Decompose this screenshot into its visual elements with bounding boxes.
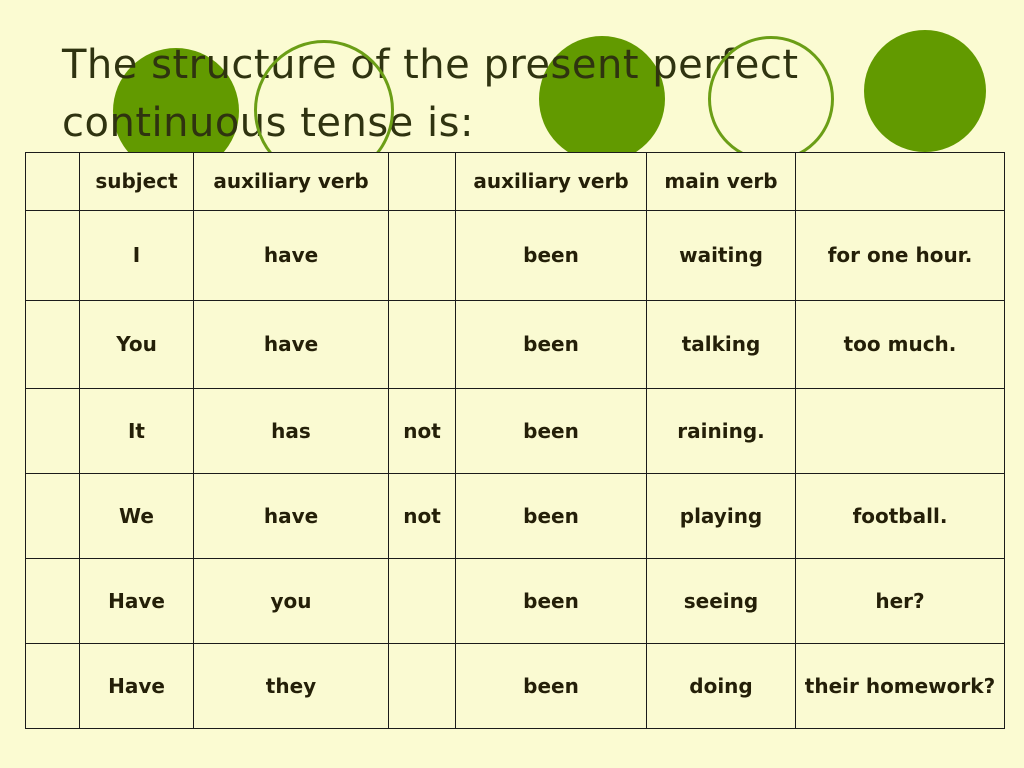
- table-row-2: You have been talking too much.: [25, 300, 1005, 389]
- table-row-5: Have you been seeing her?: [25, 558, 1005, 644]
- circle-filled-3: [864, 30, 986, 152]
- table-row-1-cell-2: have: [193, 210, 389, 301]
- table-row-6-cell-0: [25, 643, 80, 729]
- table-header-row: subject auxiliary verb auxiliary verb main …: [25, 152, 1005, 211]
- table-row-1-cell-6: for one hour.: [795, 210, 1005, 301]
- table-row-4: We have not been playing football.: [25, 473, 1005, 559]
- table-row-1-cell-4: been: [455, 210, 647, 301]
- table-row-3-cell-5: raining.: [646, 388, 796, 474]
- table-row-5-cell-2: you: [193, 558, 389, 644]
- table-row-3-cell-3: not: [388, 388, 456, 474]
- table-row-2-cell-2: have: [193, 300, 389, 389]
- table-header-row-cell-4: auxiliary verb: [455, 152, 647, 211]
- table-row-1-cell-0: [25, 210, 80, 301]
- table-row-2-cell-6: too much.: [795, 300, 1005, 389]
- table-header-row-cell-0: [25, 152, 80, 211]
- table-row-1: Ihave been waiting for one hour.: [25, 210, 1005, 301]
- table-row-4-cell-6: football.: [795, 473, 1005, 559]
- table-header-row-cell-2: auxiliary verb: [193, 152, 389, 211]
- table-row-6-cell-2: they: [193, 643, 389, 729]
- table-row-5-cell-6: her?: [795, 558, 1005, 644]
- table-row-6-cell-3: [388, 643, 456, 729]
- table-row-6-cell-6: their homework?: [795, 643, 1005, 729]
- page-title: The structure of the present perfect con…: [62, 42, 799, 146]
- table-row-4-cell-5: playing: [646, 473, 796, 559]
- table-row-5-cell-1: Have: [79, 558, 194, 644]
- table-row-1-cell-3: [388, 210, 456, 301]
- table-row-3-cell-0: [25, 388, 80, 474]
- table-row-6-cell-1: Have: [79, 643, 194, 729]
- table-row-2-cell-1: You: [79, 300, 194, 389]
- table-row-5-cell-3: [388, 558, 456, 644]
- table-row-3: It has not been raining.: [25, 388, 1005, 474]
- table-row-4-cell-4: been: [455, 473, 647, 559]
- table-row-6-cell-4: been: [455, 643, 647, 729]
- table-row-6-cell-5: doing: [646, 643, 796, 729]
- table-row-3-cell-1: It: [79, 388, 194, 474]
- table-row-3-cell-6: [795, 388, 1005, 474]
- table-row-1-cell-5: waiting: [646, 210, 796, 301]
- table-row-5-cell-0: [25, 558, 80, 644]
- table-body: subject auxiliary verb auxiliary verb main …: [25, 152, 1005, 729]
- table-row-4-cell-0: [25, 473, 80, 559]
- table-row-3-cell-2: has: [193, 388, 389, 474]
- table-row-1-cell-1: I: [79, 210, 194, 301]
- table-row-2-cell-3: [388, 300, 456, 389]
- table-row-2-cell-4: been: [455, 300, 647, 389]
- table-row-2-cell-5: talking: [646, 300, 796, 389]
- table-row-4-cell-3: not: [388, 473, 456, 559]
- table-header-row-cell-6: [795, 152, 1005, 211]
- table-header-row-cell-5: main verb: [646, 152, 796, 211]
- table-header-row-cell-3: [388, 152, 456, 211]
- table-header-row-cell-1: subject: [79, 152, 194, 211]
- table-row-4-cell-2: have: [193, 473, 389, 559]
- table-row-5-cell-4: been: [455, 558, 647, 644]
- table-row-4-cell-1: We: [79, 473, 194, 559]
- table-row-3-cell-4: been: [455, 388, 647, 474]
- tense-structure-table: subject auxiliary verb auxiliary verb main …: [25, 152, 1005, 729]
- table-row-5-cell-5: seeing: [646, 558, 796, 644]
- table-row-2-cell-0: [25, 300, 80, 389]
- table-row-6: Have they been doing their homework?: [25, 643, 1005, 729]
